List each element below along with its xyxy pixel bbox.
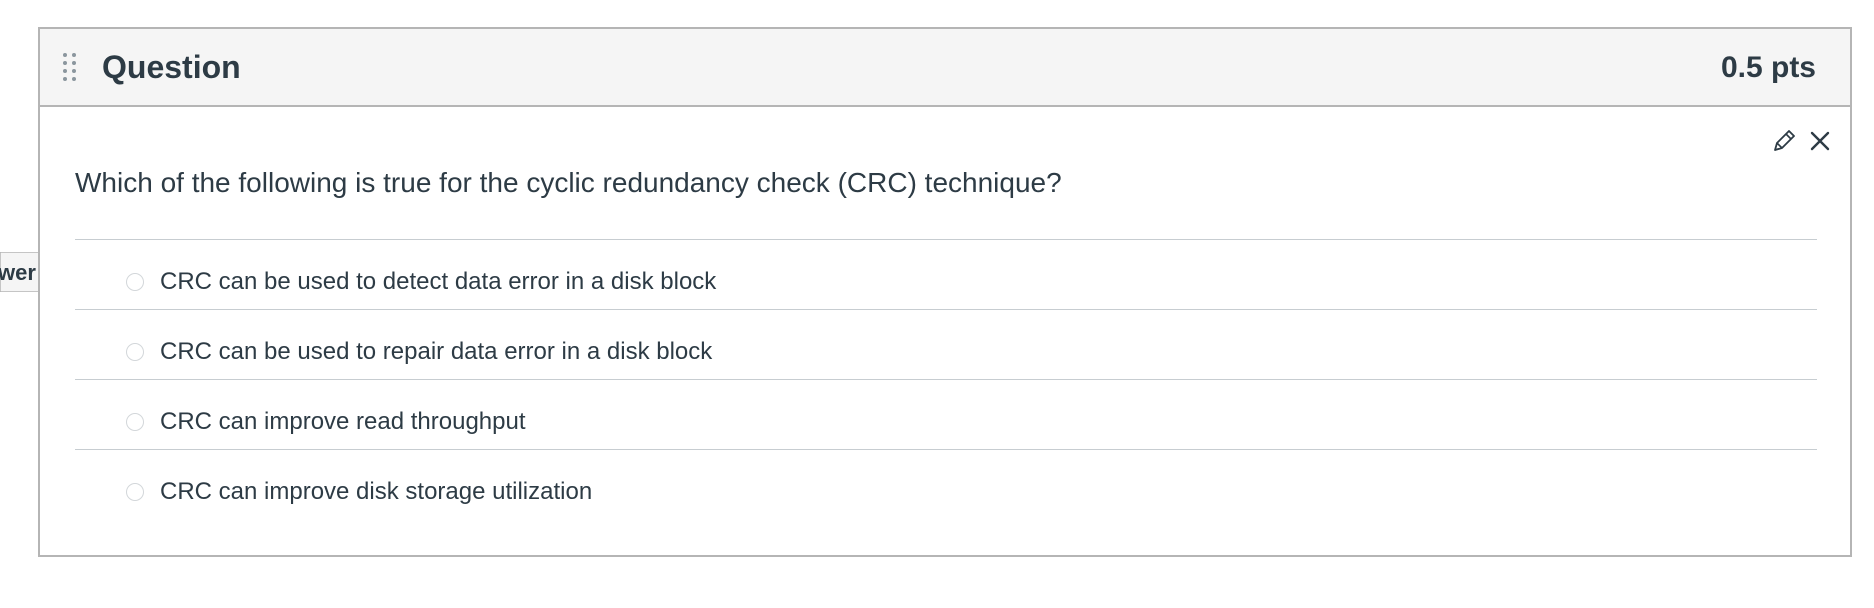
answer-label: CRC can be used to detect data error in …	[160, 268, 717, 295]
question-header: Question 0.5 pts	[40, 29, 1850, 107]
question-title: Question	[102, 49, 241, 85]
question-body: Which of the following is true for the c…	[40, 107, 1850, 557]
answer-radio[interactable]	[126, 343, 144, 361]
answer-option[interactable]: CRC can improve disk storage utilization	[75, 450, 1817, 520]
answer-label: CRC can improve read throughput	[160, 408, 526, 435]
close-icon[interactable]	[1804, 125, 1836, 157]
answer-radio[interactable]	[126, 273, 144, 291]
drag-handle-icon[interactable]	[63, 53, 77, 83]
question-points: 0.5 pts	[1720, 51, 1816, 84]
answer-label: CRC can be used to repair data error in …	[160, 338, 713, 365]
answer-radio[interactable]	[126, 483, 144, 501]
question-card: Question 0.5 pts Which of the following …	[38, 27, 1852, 557]
answer-flag-label: wer	[0, 260, 36, 285]
pencil-icon[interactable]	[1768, 125, 1800, 157]
question-text: Which of the following is true for the c…	[75, 167, 1062, 198]
answer-label: CRC can improve disk storage utilization	[160, 478, 593, 505]
answer-option[interactable]: CRC can improve read throughput	[75, 380, 1817, 450]
answer-list: CRC can be used to detect data error in …	[75, 239, 1817, 520]
answer-option[interactable]: CRC can be used to repair data error in …	[75, 310, 1817, 380]
answer-option[interactable]: CRC can be used to detect data error in …	[75, 240, 1817, 310]
answer-radio[interactable]	[126, 413, 144, 431]
question-actions	[1768, 125, 1836, 157]
